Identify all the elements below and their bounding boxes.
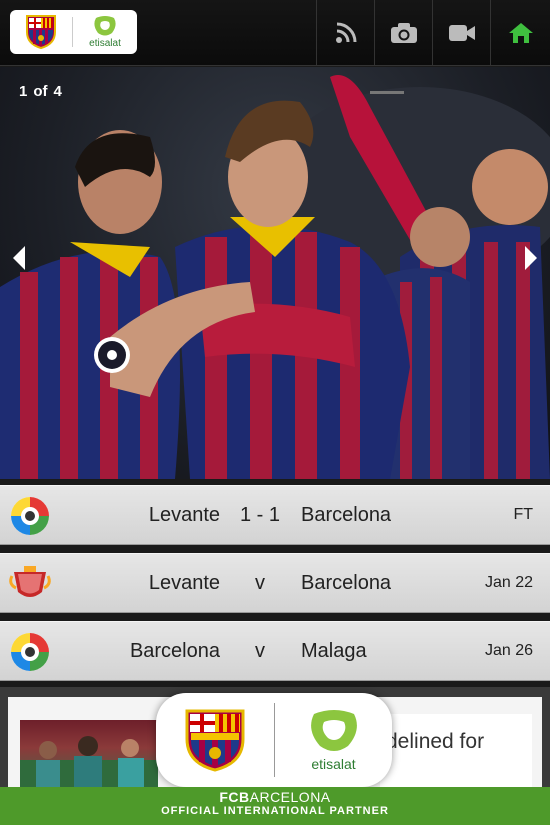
slide-total: 4 bbox=[53, 83, 62, 100]
fixture-row[interactable]: Barcelona v Malaga Jan 26 bbox=[0, 621, 550, 681]
away-team: Barcelona bbox=[301, 503, 392, 526]
etisalat-icon bbox=[310, 710, 357, 751]
etisalat-wordmark: etisalat bbox=[311, 756, 356, 772]
rss-icon bbox=[335, 22, 356, 43]
home-icon bbox=[508, 23, 533, 43]
etisalat-partner-logo: etisalat bbox=[275, 708, 392, 772]
slide-current: 1 bbox=[19, 83, 28, 100]
home-team: Barcelona bbox=[129, 639, 220, 662]
away-team: Malaga bbox=[301, 639, 367, 662]
fixture-row[interactable]: Levante 1 - 1 Barcelona FT bbox=[0, 485, 550, 545]
players-photo bbox=[0, 75, 550, 479]
fcb-crest-logo bbox=[156, 707, 274, 773]
liga-bbva-icon bbox=[11, 497, 49, 535]
video-icon bbox=[448, 25, 475, 41]
slide-indicator bbox=[370, 91, 404, 94]
match-score: v bbox=[255, 639, 265, 662]
news-snippet: delined for bbox=[386, 730, 485, 753]
brand-logo[interactable]: etisalat bbox=[10, 10, 137, 54]
match-status: FT bbox=[513, 506, 533, 523]
club-wordmark: FCBARCELONA bbox=[0, 787, 550, 805]
partner-logo-badge[interactable]: etisalat bbox=[156, 693, 392, 787]
videos-button[interactable] bbox=[432, 0, 490, 66]
toolbar bbox=[316, 0, 550, 66]
match-score: v bbox=[255, 571, 265, 594]
photo-slideshow[interactable]: 1 of 4 bbox=[0, 67, 550, 479]
match-date: Jan 26 bbox=[484, 642, 533, 659]
next-slide-arrow-icon[interactable] bbox=[524, 245, 538, 271]
etisalat-icon bbox=[94, 16, 116, 36]
slide-counter: 1 of 4 bbox=[19, 83, 68, 100]
club-wordmark-suffix: ARCELONA bbox=[249, 789, 331, 805]
fixture-row[interactable]: Levante v Barcelona Jan 22 bbox=[0, 553, 550, 613]
top-bar: etisalat bbox=[0, 0, 550, 66]
fcb-crest-icon bbox=[10, 10, 72, 54]
club-wordmark-prefix: FCB bbox=[219, 789, 250, 805]
home-button[interactable] bbox=[490, 0, 550, 66]
photos-button[interactable] bbox=[374, 0, 432, 66]
home-team: Levante bbox=[148, 503, 220, 526]
etisalat-wordmark: etisalat bbox=[89, 38, 121, 49]
news-thumbnail bbox=[20, 720, 158, 790]
copa-del-rey-icon bbox=[9, 566, 51, 597]
fcb-crest-icon bbox=[185, 709, 245, 772]
home-team: Levante bbox=[148, 571, 220, 594]
partner-tagline: OFFICIAL INTERNATIONAL PARTNER bbox=[161, 805, 389, 817]
partner-footer-banner[interactable]: FCBARCELONA OFFICIAL INTERNATIONAL PARTN… bbox=[0, 787, 550, 825]
match-date: Jan 22 bbox=[484, 574, 533, 591]
away-team: Barcelona bbox=[301, 571, 392, 594]
match-score: 1 - 1 bbox=[239, 503, 281, 526]
rss-button[interactable] bbox=[316, 0, 374, 66]
etisalat-logo: etisalat bbox=[73, 15, 137, 49]
previous-slide-arrow-icon[interactable] bbox=[12, 245, 26, 271]
liga-bbva-icon bbox=[11, 633, 49, 671]
news-text-box bbox=[380, 714, 532, 794]
camera-icon bbox=[390, 23, 417, 43]
slide-of-label: of bbox=[33, 83, 48, 100]
